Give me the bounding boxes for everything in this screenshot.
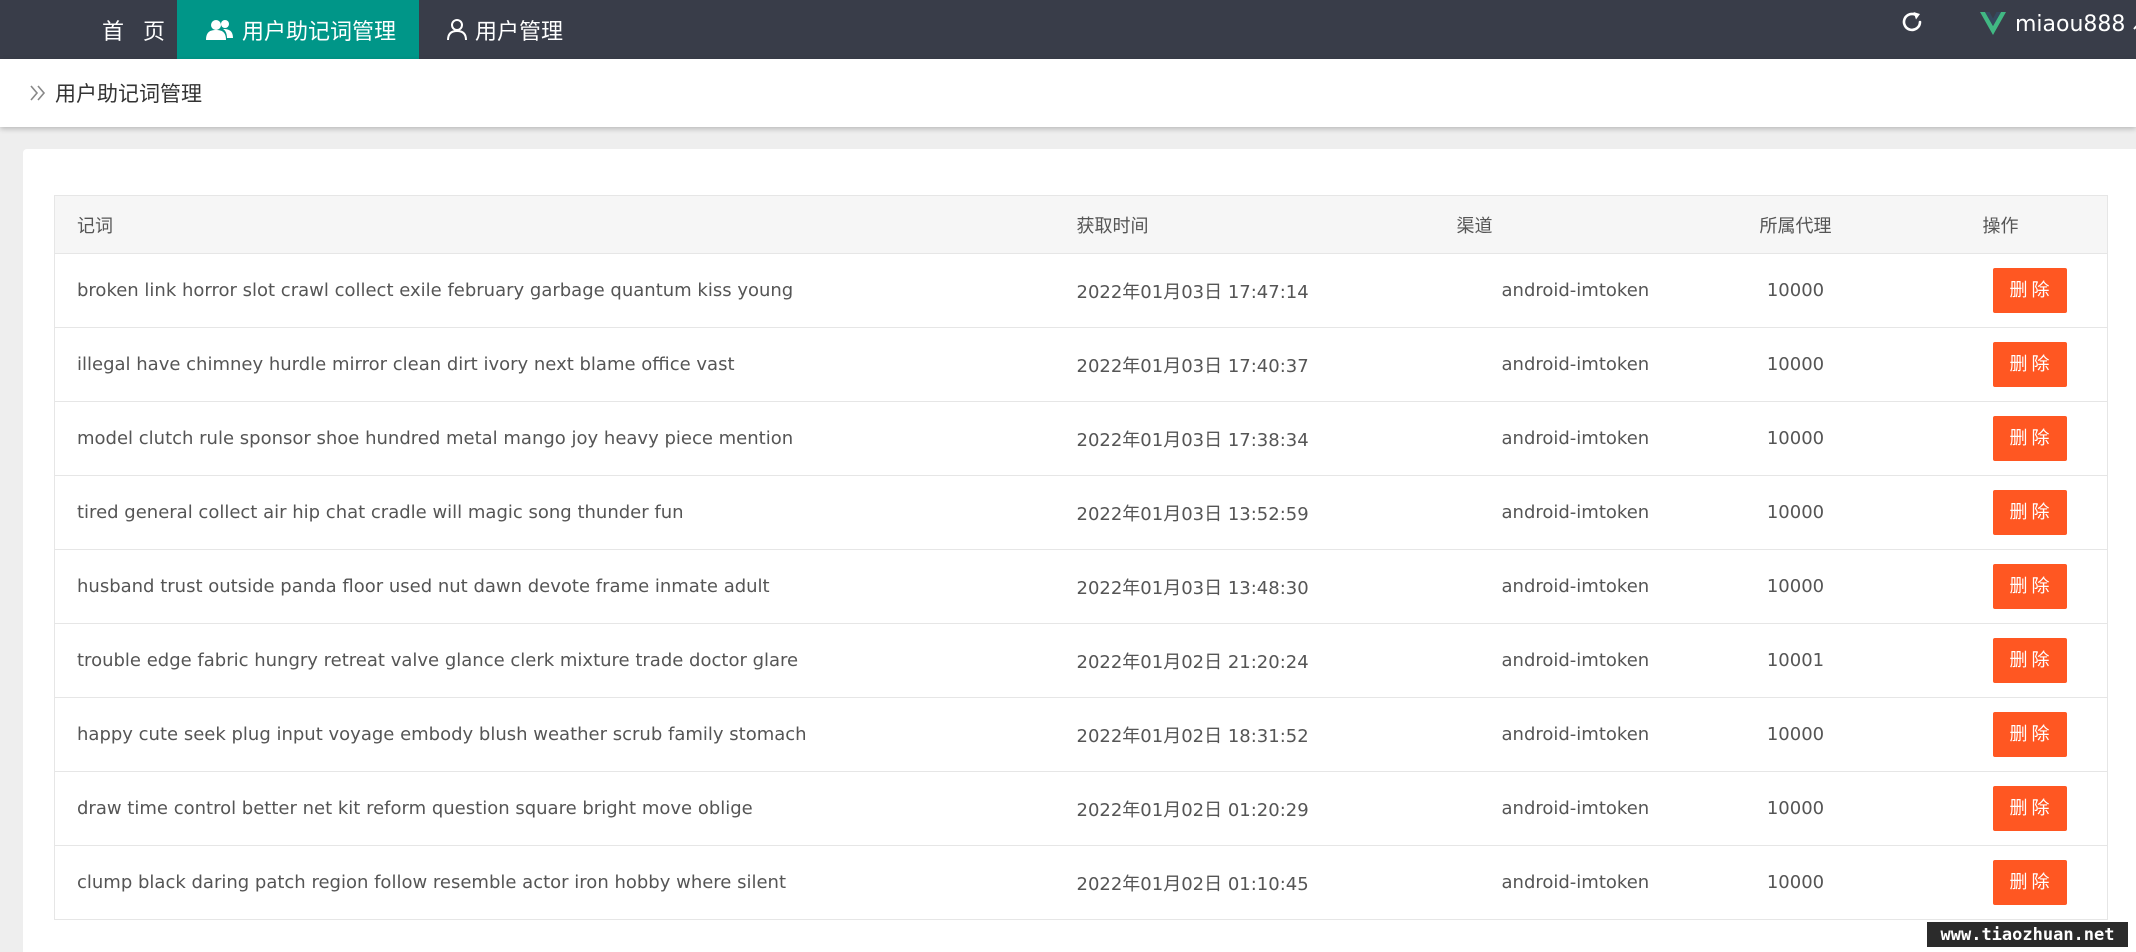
vue-logo-icon — [1980, 12, 2006, 35]
cell-agent: 10000 — [1670, 549, 1921, 624]
nav-user-label: 用户管理 — [475, 19, 564, 45]
table-row: trouble edge fabric hungry retreat valve… — [54, 623, 2108, 698]
delete-button[interactable]: 删除 — [1992, 564, 2067, 609]
header-words: 记词 — [54, 195, 1077, 254]
account-name: miaou888 — [2015, 11, 2126, 37]
cell-agent: 10001 — [1670, 623, 1921, 698]
mnemonic-table: 记词 获取时间 渠道 所属代理 操作 broken link horror sl… — [54, 195, 2108, 920]
cell-channel: android-imtoken — [1370, 401, 1671, 476]
table-row: husband trust outside panda floor used n… — [54, 549, 2108, 624]
nav-home[interactable]: 首 页 — [102, 0, 171, 59]
cell-words: happy cute seek plug input voyage embody… — [54, 697, 1077, 772]
table-row: clump black daring patch region follow r… — [55, 846, 2108, 920]
cell-words: broken link horror slot crawl collect ex… — [54, 253, 1077, 328]
table-row: draw time control better net kit reform … — [54, 771, 2108, 846]
table-row: illegal have chimney hurdle mirror clean… — [54, 327, 2108, 402]
delete-button[interactable]: 删除 — [1992, 712, 2067, 757]
table-row: model clutch rule sponsor shoe hundred m… — [54, 401, 2108, 476]
cell-time: 2022年01月03日 17:38:34 — [1076, 401, 1371, 476]
delete-button[interactable]: 删除 — [1992, 860, 2067, 905]
table-row: broken link horror slot crawl collect ex… — [54, 253, 2108, 328]
cell-agent: 10000 — [1670, 327, 1921, 402]
cell-channel: android-imtoken — [1370, 549, 1671, 624]
header-actions: 操作 — [1920, 195, 2108, 254]
cell-words: draw time control better net kit reform … — [54, 771, 1077, 846]
cell-words: husband trust outside panda floor used n… — [54, 549, 1077, 624]
cell-words: trouble edge fabric hungry retreat valve… — [54, 623, 1077, 698]
cell-time: 2022年01月02日 01:20:29 — [1076, 771, 1371, 846]
cell-time: 2022年01月02日 18:31:52 — [1076, 697, 1371, 772]
delete-button[interactable]: 删除 — [1992, 416, 2067, 461]
cell-agent: 10000 — [1766, 872, 1825, 893]
delete-button[interactable]: 删除 — [1992, 786, 2067, 831]
cell-channel: android-imtoken — [1370, 623, 1671, 698]
cell-time: 2022年01月03日 17:40:37 — [1076, 327, 1371, 402]
watermark: www.tiaozhuan.net — [1927, 922, 2128, 947]
cell-agent: 10000 — [1670, 475, 1921, 550]
cell-agent: 10000 — [1670, 253, 1921, 328]
cell-time: 2022年01月03日 13:48:30 — [1076, 549, 1371, 624]
cell-agent: 10000 — [1670, 771, 1921, 846]
cell-actions: 删除 — [1920, 549, 2108, 624]
refresh-button[interactable] — [1899, 8, 1925, 36]
nav-user-management[interactable]: 用户管理 — [447, 0, 563, 59]
cell-words: tired general collect air hip chat cradl… — [54, 475, 1077, 550]
cell-time: 2022年01月03日 13:52:59 — [1076, 475, 1371, 550]
cell-actions: 删除 — [1920, 697, 2108, 772]
top-nav-bar: 首 页 用户助记词管理 用户管理 miaou888 — [0, 0, 2136, 59]
cell-words: illegal have chimney hurdle mirror clean… — [54, 327, 1077, 402]
cell-actions: 删除 — [1921, 846, 2108, 920]
table-row: tired general collect air hip chat cradl… — [54, 475, 2108, 550]
header-time: 获取时间 — [1076, 195, 1371, 254]
cell-actions: 删除 — [1920, 401, 2108, 476]
header-agent: 所属代理 — [1670, 195, 1921, 254]
cell-channel: android-imtoken — [1370, 253, 1671, 328]
cell-channel: android-imtoken — [1501, 872, 1650, 893]
table-header-row: 记词 获取时间 渠道 所属代理 操作 — [54, 195, 2108, 254]
cell-agent: 10000 — [1670, 401, 1921, 476]
cell-time: 2022年01月02日 21:20:24 — [1076, 623, 1371, 698]
cell-channel: android-imtoken — [1370, 327, 1671, 402]
user-icon — [447, 18, 467, 40]
cell-channel: android-imtoken — [1370, 475, 1671, 550]
cell-channel: android-imtoken — [1370, 697, 1671, 772]
cell-actions: 删除 — [1920, 771, 2108, 846]
breadcrumb-current: 用户助记词管理 — [55, 82, 202, 106]
users-icon — [206, 19, 233, 40]
refresh-icon — [1902, 12, 1922, 32]
cell-agent: 10000 — [1670, 697, 1921, 772]
cell-actions: 删除 — [1920, 327, 2108, 402]
cell-actions: 删除 — [1920, 623, 2108, 698]
cell-actions: 删除 — [1920, 253, 2108, 328]
cell-channel: android-imtoken — [1370, 771, 1671, 846]
cell-words: model clutch rule sponsor shoe hundred m… — [54, 401, 1077, 476]
header-channel: 渠道 — [1370, 195, 1671, 254]
delete-button[interactable]: 删除 — [1992, 342, 2067, 387]
double-chevron-right-icon — [29, 84, 47, 102]
table-row: happy cute seek plug input voyage embody… — [54, 697, 2108, 772]
cell-actions: 删除 — [1920, 475, 2108, 550]
nav-mnemonic-management[interactable]: 用户助记词管理 — [177, 0, 419, 59]
nav-mnemonic-label: 用户助记词管理 — [242, 19, 397, 45]
account-menu[interactable]: miaou888 — [1980, 0, 2136, 48]
cell-words: clump black daring patch region follow r… — [77, 872, 787, 893]
cell-time: 2022年01月02日 01:10:45 — [1076, 873, 1309, 895]
delete-button[interactable]: 删除 — [1992, 638, 2067, 683]
breadcrumb: 用户助记词管理 — [0, 59, 2136, 127]
delete-button[interactable]: 删除 — [1992, 490, 2067, 535]
nav-home-label: 首 页 — [102, 19, 171, 45]
delete-button[interactable]: 删除 — [1992, 268, 2067, 313]
cell-time: 2022年01月03日 17:47:14 — [1076, 253, 1371, 328]
